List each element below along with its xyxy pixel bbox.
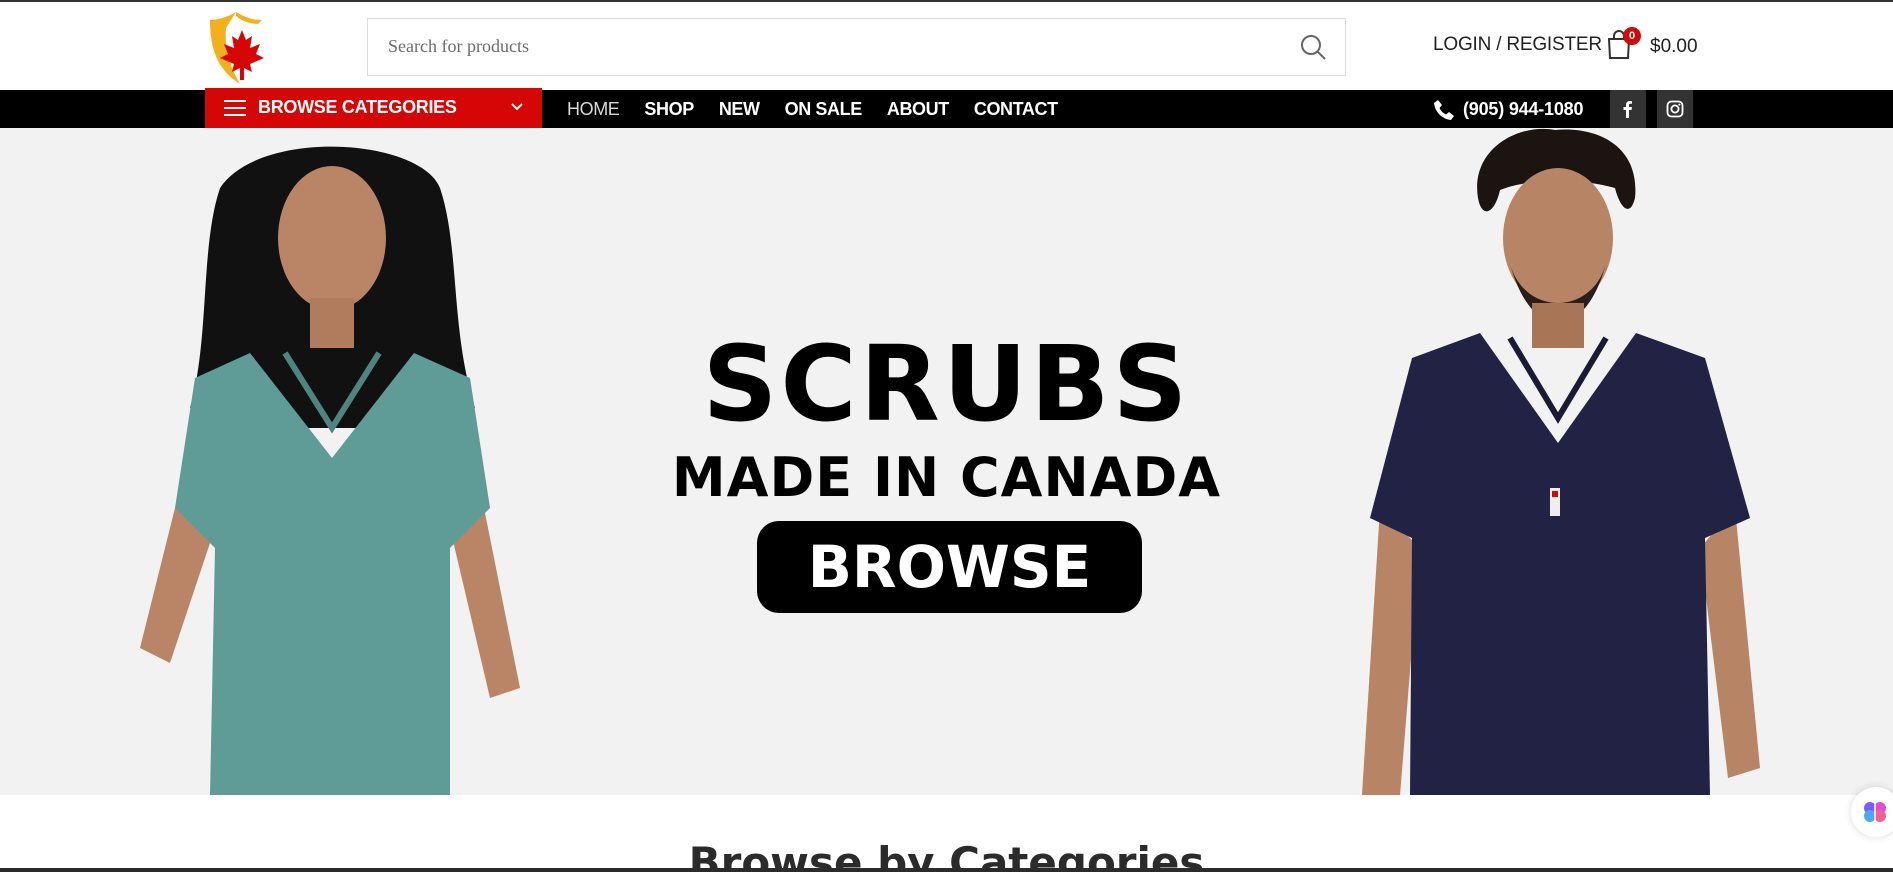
phone-icon [1434,100,1454,120]
nav-shop[interactable]: SHOP [644,99,694,120]
site-logo[interactable] [206,10,274,86]
hero-browse-button[interactable]: BROWSE [757,521,1142,613]
main-navigation-bar: BROWSE CATEGORIES HOME SHOP NEW ON SALE … [0,88,1893,128]
browse-categories-button[interactable]: BROWSE CATEGORIES [205,88,542,128]
cart-total: $0.00 [1650,36,1698,57]
instagram-icon [1666,100,1684,118]
site-header: LOGIN / REGISTER 0 $0.00 [0,2,1893,90]
login-register-link[interactable]: LOGIN / REGISTER [1433,34,1602,56]
main-menu: HOME SHOP NEW ON SALE ABOUT CONTACT [567,90,1083,128]
phone-link[interactable]: (905) 944-1080 [1433,99,1583,120]
search-icon [1301,35,1326,60]
search-box [367,18,1346,76]
brain-icon [1864,802,1886,822]
nav-about[interactable]: ABOUT [887,99,949,120]
nav-contact[interactable]: CONTACT [974,99,1058,120]
hamburger-menu-icon [224,100,246,116]
chevron-down-icon [511,103,523,111]
browse-by-categories-heading: Browse by Categories [688,838,1205,872]
bottom-border [0,868,1893,872]
browse-categories-label: BROWSE CATEGORIES [258,97,457,117]
hero-banner[interactable]: SCRUBS MADE IN CANADA BROWSE [0,128,1893,795]
cart-count-badge: 0 [1623,27,1641,45]
search-input[interactable] [368,19,1268,74]
phone-number: (905) 944-1080 [1463,99,1584,119]
nav-new[interactable]: NEW [719,99,760,120]
facebook-icon [1623,101,1632,118]
instagram-link[interactable] [1657,90,1693,128]
cart-button[interactable]: 0 $0.00 [1606,27,1702,64]
nav-on-sale[interactable]: ON SALE [785,99,863,120]
male-model-navy-scrubs-image [1362,128,1760,795]
nav-home[interactable]: HOME [567,99,620,120]
floating-assistant-button[interactable] [1851,787,1893,837]
search-button[interactable] [1299,33,1327,61]
facebook-link[interactable] [1610,90,1646,128]
